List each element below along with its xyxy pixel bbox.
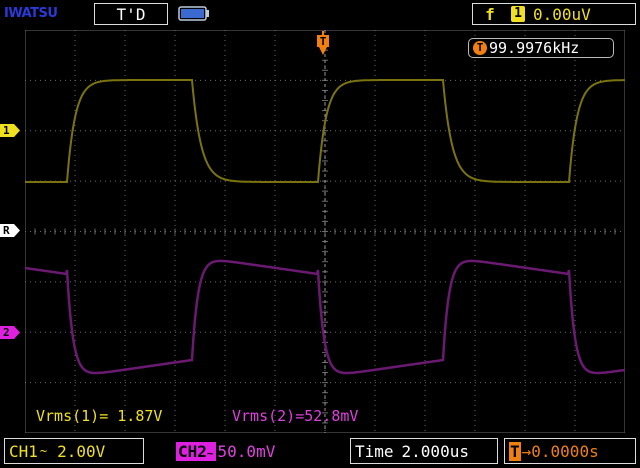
trigger-mode-indicator[interactable]: T'D	[94, 3, 168, 25]
battery-icon	[178, 6, 209, 21]
vrms-ch1-measurement: Vrms(1)= 1.87V	[36, 407, 163, 425]
ch1-level-marker[interactable]: 1	[0, 124, 20, 137]
rising-edge-icon: f	[485, 4, 495, 24]
timebase-value: 2.000us	[401, 441, 469, 461]
ch2-settings[interactable]: CH2~ 50.0mV	[176, 438, 336, 464]
svg-text:T: T	[320, 35, 327, 48]
trigger-info-panel[interactable]: f 1 0.00uV	[472, 3, 636, 25]
frequency-counter: T 99.9976kHz	[468, 38, 614, 58]
trigger-delay-value: →0.0000s	[521, 441, 599, 461]
trigger-badge-icon: T	[509, 441, 521, 461]
timebase-settings[interactable]: Time 2.000us	[350, 438, 498, 464]
ref-level-marker[interactable]: R	[0, 224, 20, 237]
ac-coupling-icon: ~	[39, 444, 48, 458]
time-label: Time	[355, 441, 394, 461]
graticule	[25, 30, 625, 433]
top-status-bar: IWATSU T'D f 1 0.00uV	[0, 0, 640, 28]
ch2-level-marker[interactable]: 2	[0, 326, 20, 339]
ch1-scale: 2.00V	[57, 441, 106, 461]
ch1-label: CH1	[9, 441, 38, 461]
ch2-scale: 50.0mV	[217, 441, 276, 461]
trigger-level-value: 0.00uV	[533, 4, 591, 24]
trigger-delay-settings[interactable]: T →0.0000s	[504, 438, 636, 464]
frequency-value: 99.9976kHz	[489, 39, 580, 57]
trigger-badge-icon: T	[473, 41, 487, 55]
trigger-source-badge: 1	[511, 6, 525, 22]
ac-coupling-icon: ~	[206, 446, 214, 460]
brand-logo: IWATSU	[4, 6, 58, 21]
bottom-status-bar: CH1 ~ 2.00V CH2~ 50.0mV Time 2.000us T →…	[0, 436, 640, 468]
vrms-ch2-measurement: Vrms(2)=52.8mV	[232, 407, 359, 425]
trigger-position-icon[interactable]: T	[316, 31, 330, 59]
ch1-settings[interactable]: CH1 ~ 2.00V	[4, 438, 144, 464]
ch2-label: CH2~	[176, 441, 216, 461]
grid-lines	[25, 30, 625, 433]
trigger-mode-text: T'D	[116, 4, 146, 24]
